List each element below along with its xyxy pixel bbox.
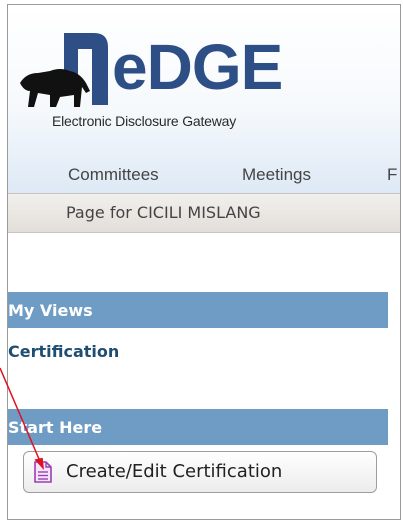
start-here-header: Start Here	[8, 409, 388, 445]
start-here-title: Start Here	[8, 418, 103, 437]
create-edit-certification-label: Create/Edit Certification	[66, 461, 283, 482]
app-frame: eDGE Electronic Disclosure Gateway Commi…	[7, 4, 401, 520]
page-owner-bar: Page for CICILI MISLANG	[8, 193, 400, 233]
header: eDGE Electronic Disclosure Gateway Commi…	[8, 5, 400, 193]
nav-item-committees[interactable]: Committees	[68, 165, 159, 185]
my-views-header: My Views	[8, 292, 388, 328]
main-nav: Committees Meetings F	[8, 157, 400, 191]
page-owner-label: Page for CICILI MISLANG	[66, 203, 261, 222]
certification-link[interactable]: Certification	[8, 342, 119, 361]
nav-item-truncated[interactable]: F	[387, 165, 397, 185]
nav-item-meetings[interactable]: Meetings	[242, 165, 311, 185]
create-edit-certification-button[interactable]: Create/Edit Certification	[23, 451, 377, 493]
bear-silhouette-icon	[20, 69, 90, 107]
document-icon	[34, 461, 52, 483]
app-tagline: Electronic Disclosure Gateway	[52, 113, 237, 129]
app-logo-wordmark: eDGE	[112, 31, 283, 103]
my-views-title: My Views	[8, 301, 93, 320]
